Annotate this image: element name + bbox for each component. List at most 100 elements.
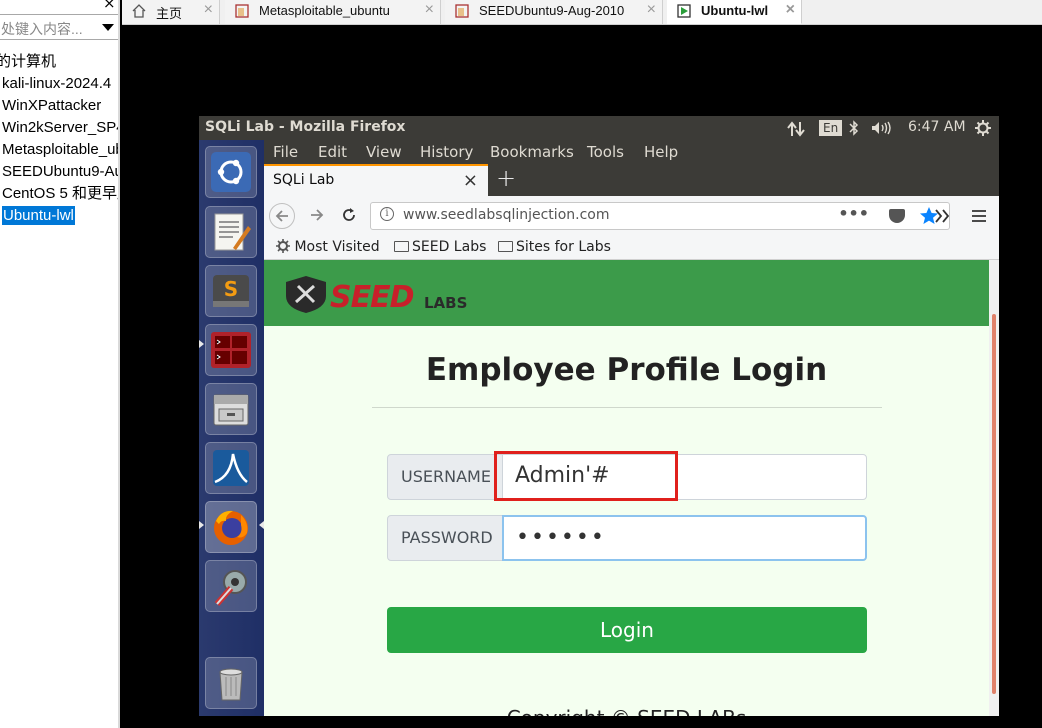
window-title: SQLi Lab - Mozilla Firefox	[205, 119, 406, 135]
bookmark-sites-for-labs[interactable]: Sites for Labs	[498, 239, 611, 255]
close-icon[interactable]: ×	[204, 1, 213, 19]
menu-edit[interactable]: Edit	[318, 143, 347, 161]
page-actions-icon[interactable]: •••	[838, 204, 869, 223]
vm-item-metasploitable[interactable]: Metasploitable_ubuntu	[0, 139, 118, 161]
tab-home[interactable]: 主页 ×	[122, 0, 220, 24]
password-label: PASSWORD	[387, 515, 503, 561]
hamburger-menu-icon[interactable]	[971, 208, 987, 224]
tab-seedubuntu[interactable]: SEEDUbuntu9-Aug-2010 ×	[445, 0, 663, 24]
menu-file[interactable]: File	[273, 143, 298, 161]
browser-navbar: i www.seedlabsqlinjection.com •••	[264, 196, 999, 236]
bluetooth-icon[interactable]	[849, 120, 859, 136]
vm-item-win2k[interactable]: Win2kServer_SP4	[0, 117, 118, 139]
bookmark-most-visited[interactable]: Most Visited	[276, 239, 380, 255]
text-editor-icon	[214, 213, 251, 251]
folder-icon	[394, 241, 409, 252]
page-viewport: SEED LABS Employee Profile Login USERNAM…	[264, 260, 999, 716]
close-icon[interactable]: ×	[647, 1, 656, 19]
vm-item-winxp[interactable]: WinXPattacker	[0, 95, 118, 117]
arrow-right-icon	[311, 209, 324, 221]
site-info-icon[interactable]: i	[380, 207, 394, 221]
close-icon[interactable]: ×	[786, 1, 795, 19]
pocket-icon[interactable]	[889, 209, 905, 223]
firefox-menubar: File Edit View History Bookmarks Tools H…	[264, 140, 999, 164]
forward-button[interactable]	[304, 203, 330, 229]
launcher-terminal[interactable]	[205, 324, 257, 376]
login-button[interactable]: Login	[387, 607, 867, 653]
tab-ubuntu-lwl[interactable]: Ubuntu-lwl ×	[667, 0, 802, 24]
power-gear-icon[interactable]	[975, 120, 991, 136]
bookmark-seed-labs[interactable]: SEED Labs	[394, 239, 486, 255]
vm-item-kali[interactable]: kali-linux-2024.4	[0, 73, 118, 95]
vm-search-input[interactable]: 处键入内容...	[0, 14, 118, 40]
vm-library-panel: × 处键入内容... 的计算机 kali-linux-2024.4 WinXPa…	[0, 0, 120, 728]
tree-root-my-computer[interactable]: 的计算机	[0, 51, 118, 73]
arrow-left-icon	[275, 210, 288, 222]
running-indicator	[199, 340, 204, 348]
menu-tools[interactable]: Tools	[587, 143, 624, 161]
firefox-icon	[214, 510, 248, 545]
close-icon[interactable]: ×	[425, 1, 434, 19]
vm-item-seedubuntu[interactable]: SEEDUbuntu9-Aug-2010	[0, 161, 118, 183]
close-icon[interactable]: ×	[463, 170, 478, 191]
menu-history[interactable]: History	[420, 143, 473, 161]
vm-icon	[235, 4, 249, 18]
menu-help[interactable]: Help	[644, 143, 678, 161]
svg-text:LABS: LABS	[424, 294, 467, 312]
url-bar[interactable]: i www.seedlabsqlinjection.com •••	[370, 202, 950, 230]
vm-item-centos[interactable]: CentOS 5 和更早版本	[0, 183, 118, 205]
browser-tab-label: SQLi Lab	[273, 172, 335, 188]
guest-screen: SQLi Lab - Mozilla Firefox En 6:47 AM S	[199, 116, 999, 716]
browser-tab-sqli-lab[interactable]: SQLi Lab ×	[264, 164, 488, 196]
launcher-wireshark[interactable]	[205, 442, 257, 494]
back-button[interactable]	[269, 203, 295, 229]
page-title: Employee Profile Login	[425, 352, 828, 388]
bookmarks-toolbar: Most Visited SEED Labs Sites for Labs	[264, 236, 999, 260]
copyright-text: Copyright © SEED LABs	[264, 706, 989, 716]
svg-text:S: S	[224, 277, 238, 301]
tab-label: SEEDUbuntu9-Aug-2010	[479, 3, 625, 18]
ubuntu-dash-icon	[211, 152, 251, 192]
terminal-icon	[211, 332, 251, 368]
launcher-sublime[interactable]: S	[205, 265, 257, 317]
new-tab-button[interactable]: +	[496, 164, 516, 192]
launcher-dash[interactable]	[205, 146, 257, 198]
ubuntu-top-panel: SQLi Lab - Mozilla Firefox En 6:47 AM	[199, 116, 999, 140]
password-input[interactable]: ••••••	[502, 515, 867, 561]
sublime-text-icon: S	[213, 275, 249, 307]
bookmark-label: Sites for Labs	[516, 239, 611, 255]
keyboard-language-indicator[interactable]: En	[819, 120, 843, 136]
tab-label: Ubuntu-lwl	[701, 3, 769, 18]
launcher-text-editor[interactable]	[205, 206, 257, 258]
launcher-settings[interactable]	[205, 560, 257, 612]
svg-text:SEED: SEED	[330, 280, 414, 314]
menu-view[interactable]: View	[366, 143, 402, 161]
tab-label: Metasploitable_ubuntu	[259, 3, 390, 18]
page-scrollbar[interactable]	[989, 260, 999, 716]
vm-item-ubuntu-lwl[interactable]: Ubuntu-lwl	[0, 205, 118, 227]
launcher-trash[interactable]	[205, 657, 257, 709]
vm-tab-bar: 主页 × Metasploitable_ubuntu × SEEDUbuntu9…	[122, 0, 1042, 25]
wireshark-icon	[213, 450, 249, 486]
running-indicator	[199, 521, 204, 529]
vm-running-icon	[677, 4, 691, 18]
clock[interactable]: 6:47 AM	[908, 119, 966, 135]
file-manager-icon	[213, 394, 249, 426]
tab-metasploitable[interactable]: Metasploitable_ubuntu ×	[225, 0, 441, 24]
dropdown-arrow-icon[interactable]	[102, 24, 114, 31]
trash-icon	[219, 668, 243, 701]
scrollbar-thumb[interactable]	[992, 314, 996, 694]
vm-item-label: Ubuntu-lwl	[2, 206, 75, 225]
close-icon[interactable]: ×	[103, 0, 116, 12]
launcher-files[interactable]	[205, 383, 257, 435]
bookmark-label: SEED Labs	[412, 239, 487, 255]
vm-icon	[455, 4, 469, 18]
volume-icon[interactable]	[871, 121, 893, 135]
network-icon[interactable]	[787, 121, 805, 137]
overflow-chevron-icon[interactable]	[934, 208, 950, 224]
menu-bookmarks[interactable]: Bookmarks	[490, 143, 574, 161]
home-icon	[132, 4, 146, 18]
reload-button[interactable]	[336, 203, 362, 229]
launcher-firefox[interactable]	[205, 501, 257, 553]
system-settings-icon	[214, 570, 247, 606]
